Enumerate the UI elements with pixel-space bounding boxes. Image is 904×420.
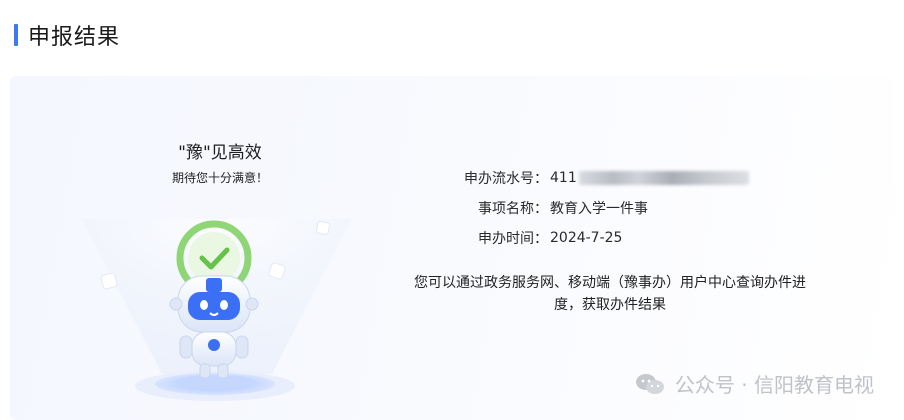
item-value: 教育入学一件事 (550, 201, 648, 217)
page-title: 申报结果 (28, 25, 121, 50)
slogan-title: "豫"见高效 (178, 143, 262, 163)
item-row: 事项名称： 教育入学一件事 (390, 196, 749, 220)
query-note: 您可以通过政务服务网、移动端（豫事办）用户中心查询办件进 度，获取办件结果 (380, 272, 840, 316)
slogan-subtitle: 期待您十分满意！ (171, 171, 268, 185)
page-header: 申报结果 (14, 18, 120, 52)
query-note-line2: 度，获取办件结果 (554, 297, 666, 313)
serial-value: 411 (550, 170, 577, 186)
serial-redacted (578, 171, 749, 185)
watermark-text: 公众号 · 信阳教育电视 (674, 373, 874, 397)
serial-row: 申办流水号： 411 (390, 166, 749, 190)
application-info: 申办流水号： 411 事项名称： 教育入学一件事 申办时间： 2024-7-25 (390, 166, 749, 256)
wechat-icon (635, 373, 664, 394)
title-accent-bar (14, 24, 18, 46)
query-note-line1: 您可以通过政务服务网、移动端（豫事办）用户中心查询办件进 (414, 275, 806, 291)
time-row: 申办时间： 2024-7-25 (390, 226, 749, 250)
item-label: 事项名称： (478, 201, 548, 217)
serial-label: 申办流水号： (464, 171, 548, 187)
serial-value-wrap: 411 (550, 170, 749, 186)
slogan: "豫"见高效 期待您十分满意！ (160, 138, 280, 186)
watermark: 公众号 · 信阳教育电视 (635, 369, 874, 398)
time-label: 申办时间： (478, 231, 548, 247)
robot-mascot-icon (82, 219, 352, 401)
time-value: 2024-7-25 (550, 230, 623, 246)
